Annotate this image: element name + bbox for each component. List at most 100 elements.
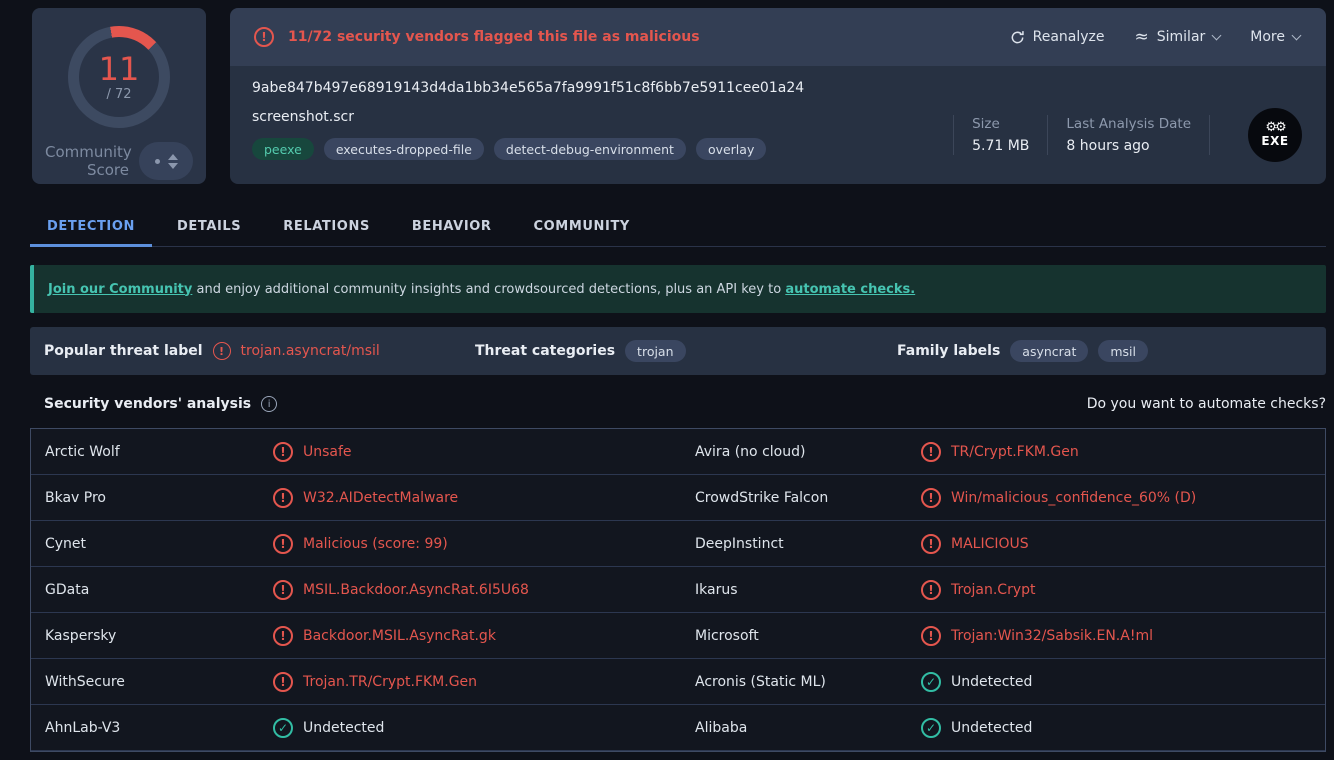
detection-score-gauge-inner: 11 / 72 [79, 37, 159, 117]
table-row: WithSecureTrojan.TR/Crypt.FKM.GenAcronis… [31, 659, 1325, 705]
family-label-pill[interactable]: msil [1098, 340, 1148, 362]
alert-icon [273, 672, 293, 692]
detection-result-text: Undetected [951, 720, 1032, 736]
tag-pill[interactable]: peexe [252, 138, 314, 160]
detection-result: Unsafe [273, 442, 695, 462]
report-tabs: DETECTIONDETAILSRELATIONSBEHAVIORCOMMUNI… [30, 204, 1326, 247]
vendor-name: Cynet [45, 536, 273, 552]
detection-result-text: Malicious (score: 99) [303, 536, 448, 552]
vendor-name: DeepInstinct [695, 536, 921, 552]
file-type-badge: EXE [1248, 108, 1302, 162]
detection-alert-bar: 11/72 security vendors flagged this file… [230, 8, 1326, 66]
detection-result: MSIL.Backdoor.AsyncRat.6I5U68 [273, 580, 695, 600]
tag-pill[interactable]: detect-debug-environment [494, 138, 686, 160]
family-labels-label: Family labels [897, 343, 1000, 359]
detection-score-total: / 72 [106, 87, 131, 102]
detection-result-text: Undetected [951, 674, 1032, 690]
last-analysis-value: 8 hours ago [1066, 138, 1191, 154]
detection-result-text: MSIL.Backdoor.AsyncRat.6I5U68 [303, 582, 529, 598]
alert-icon [921, 626, 941, 646]
threat-label-value: trojan.asyncrat/msil [241, 343, 380, 359]
vendor-name: Alibaba [695, 720, 921, 736]
community-vote-widget[interactable] [139, 142, 193, 180]
detection-result-text: Win/malicious_confidence_60% (D) [951, 490, 1196, 506]
banner-text: and enjoy additional community insights … [192, 282, 785, 297]
detection-result: Trojan:Win32/Sabsik.EN.A!ml [921, 626, 1325, 646]
threat-categories-label: Threat categories [475, 343, 615, 359]
vote-dot-icon [155, 159, 160, 164]
info-icon[interactable] [261, 396, 277, 412]
detection-result-text: TR/Crypt.FKM.Gen [951, 444, 1079, 460]
automate-checks-link[interactable]: automate checks. [785, 282, 915, 297]
table-row: AhnLab-V3UndetectedAlibabaUndetected [31, 705, 1325, 751]
family-label-pill[interactable]: asyncrat [1010, 340, 1088, 362]
alert-icon [213, 342, 231, 360]
divider [953, 115, 954, 155]
detection-score-gauge: 11 / 72 [68, 26, 170, 128]
vendor-name: AhnLab-V3 [45, 720, 273, 736]
detection-result: W32.AIDetectMalware [273, 488, 695, 508]
file-hash[interactable]: 9abe847b497e68919143d4da1bb34e565a7fa999… [252, 80, 935, 96]
vendor-name: Avira (no cloud) [695, 444, 921, 460]
alert-icon [254, 27, 274, 47]
vendor-name: CrowdStrike Falcon [695, 490, 921, 506]
vendor-name: WithSecure [45, 674, 273, 690]
alert-icon [921, 580, 941, 600]
similar-button[interactable]: ≈ Similar [1135, 29, 1221, 45]
tab-relations[interactable]: RELATIONS [266, 204, 387, 246]
detection-result: Backdoor.MSIL.AsyncRat.gk [273, 626, 695, 646]
tab-details[interactable]: DETAILS [160, 204, 258, 246]
table-row: Bkav ProW32.AIDetectMalwareCrowdStrike F… [31, 475, 1325, 521]
vote-up-icon[interactable] [168, 154, 178, 160]
vendor-name: Microsoft [695, 628, 921, 644]
detection-result-text: Trojan.Crypt [951, 582, 1036, 598]
tab-community[interactable]: COMMUNITY [517, 204, 647, 246]
more-button[interactable]: More [1250, 29, 1300, 45]
detection-score-card: 11 / 72 Community Score [32, 8, 206, 184]
file-name: screenshot.scr [252, 109, 935, 125]
detection-result-text: Unsafe [303, 444, 352, 460]
vendors-analysis-title: Security vendors' analysis [44, 396, 251, 412]
size-value: 5.71 MB [972, 138, 1029, 154]
tag-pill[interactable]: executes-dropped-file [324, 138, 484, 160]
tab-detection[interactable]: DETECTION [30, 204, 152, 246]
vendor-name: GData [45, 582, 273, 598]
detection-result: Malicious (score: 99) [273, 534, 695, 554]
table-row: GData MSIL.Backdoor.AsyncRat.6I5U68 Ikarus… [31, 567, 1325, 613]
community-score-label: Community Score [45, 143, 129, 179]
popular-threat-label: Popular threat label [44, 343, 203, 359]
alert-icon [273, 534, 293, 554]
detection-score-value: 11 [99, 53, 140, 85]
vote-down-icon[interactable] [168, 163, 178, 169]
size-label: Size [972, 116, 1029, 132]
detection-result: Trojan.Crypt [921, 580, 1325, 600]
threat-category-pill[interactable]: trojan [625, 340, 685, 362]
vendor-name: Arctic Wolf [45, 444, 273, 460]
detection-result-text: W32.AIDetectMalware [303, 490, 458, 506]
automate-checks-hint[interactable]: Do you want to automate checks? [1087, 396, 1326, 412]
table-row: KasperskyBackdoor.MSIL.AsyncRat.gkMicros… [31, 613, 1325, 659]
table-row: CynetMalicious (score: 99)DeepInstinctMA… [31, 521, 1325, 567]
vendor-name: Kaspersky [45, 628, 273, 644]
alert-icon [921, 534, 941, 554]
vendors-table: Arctic Wolf Unsafe Avira (no cloud) TR/Cryp… [30, 428, 1326, 752]
vendor-name: Acronis (Static ML) [695, 674, 921, 690]
vendor-name: Ikarus [695, 582, 921, 598]
detection-result: Win/malicious_confidence_60% (D) [921, 488, 1325, 508]
tab-behavior[interactable]: BEHAVIOR [395, 204, 509, 246]
divider [1047, 115, 1048, 155]
join-community-link[interactable]: Join our Community [48, 282, 192, 297]
detection-content: Join our Community and enjoy additional … [30, 265, 1326, 752]
table-row: Arctic Wolf Unsafe Avira (no cloud) TR/Cryp… [31, 429, 1325, 475]
reanalyze-button[interactable]: Reanalyze [1010, 29, 1105, 45]
tag-pill[interactable]: overlay [696, 138, 766, 160]
check-icon [921, 672, 941, 692]
detection-result: Undetected [273, 718, 695, 738]
check-icon [273, 718, 293, 738]
reanalyze-icon [1010, 30, 1025, 45]
alert-icon [921, 488, 941, 508]
file-type-label: EXE [1261, 134, 1288, 148]
chevron-down-icon [1212, 30, 1222, 40]
detection-alert-text: 11/72 security vendors flagged this file… [288, 29, 700, 45]
header-area: 11 / 72 Community Score 11/72 security v… [0, 0, 1334, 184]
